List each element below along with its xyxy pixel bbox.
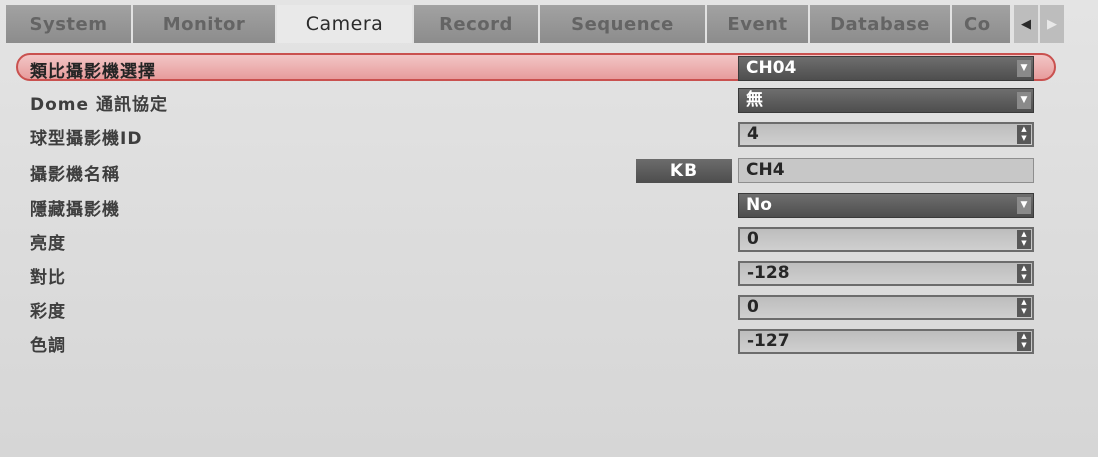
hidden-camera-dropdown[interactable]: No ▼ <box>738 193 1034 218</box>
setting-row-saturation[interactable]: 彩度 0 ▲ ▼ <box>20 294 1034 322</box>
brightness-value: 0 <box>747 229 759 249</box>
saturation-label: 彩度 <box>30 302 66 322</box>
brightness-spinbox[interactable]: 0 ▲ ▼ <box>738 227 1034 252</box>
saturation-spinbox[interactable]: 0 ▲ ▼ <box>738 295 1034 320</box>
hidden-camera-label: 隱藏攝影機 <box>30 200 120 220</box>
setting-row-dome-id[interactable]: 球型攝影機ID 4 ▲ ▼ <box>20 121 1034 149</box>
spin-arrows-icon[interactable]: ▲ ▼ <box>1017 230 1031 249</box>
tab-record[interactable]: Record <box>414 5 540 43</box>
setting-row-contrast[interactable]: 對比 -128 ▲ ▼ <box>20 260 1034 288</box>
dome-id-spinbox[interactable]: 4 ▲ ▼ <box>738 122 1034 147</box>
analog-camera-dropdown[interactable]: CH04 ▼ <box>738 56 1034 81</box>
tab-scroll-right-button[interactable]: ▶ <box>1038 5 1064 43</box>
spin-arrows-icon[interactable]: ▲ ▼ <box>1017 298 1031 317</box>
camera-settings-screen: System Monitor Camera Record Sequence Ev… <box>0 0 1098 457</box>
setting-row-dome-protocol[interactable]: Dome 通訊協定 無 ▼ <box>20 87 1034 115</box>
contrast-label: 對比 <box>30 268 66 288</box>
contrast-spinbox[interactable]: -128 ▲ ▼ <box>738 261 1034 286</box>
triangle-right-icon: ▶ <box>1047 16 1057 32</box>
dome-protocol-label: Dome 通訊協定 <box>30 95 168 115</box>
contrast-value: -128 <box>747 263 790 283</box>
dome-protocol-dropdown[interactable]: 無 ▼ <box>738 88 1034 113</box>
triangle-left-icon: ◀ <box>1021 16 1031 32</box>
hue-spinbox[interactable]: -127 ▲ ▼ <box>738 329 1034 354</box>
hue-label: 色調 <box>30 336 66 356</box>
dome-protocol-value: 無 <box>746 90 763 110</box>
hue-value: -127 <box>747 331 790 351</box>
camera-name-field[interactable]: CH4 <box>738 158 1034 183</box>
tab-bar: System Monitor Camera Record Sequence Ev… <box>6 5 1098 43</box>
dropdown-arrow-icon: ▼ <box>1017 197 1031 214</box>
dome-id-value: 4 <box>747 124 759 144</box>
setting-row-analog-camera[interactable]: 類比攝影機選擇 CH04 ▼ <box>16 53 1056 82</box>
setting-row-hidden-camera[interactable]: 隱藏攝影機 No ▼ <box>20 192 1034 220</box>
tab-camera[interactable]: Camera <box>277 5 414 43</box>
tab-database[interactable]: Database <box>810 5 952 43</box>
spin-arrows-icon[interactable]: ▲ ▼ <box>1017 264 1031 283</box>
dropdown-arrow-icon: ▼ <box>1017 60 1031 77</box>
camera-name-label: 攝影機名稱 <box>30 165 120 185</box>
setting-row-camera-name[interactable]: 攝影機名稱 KB CH4 <box>20 157 1034 185</box>
spin-arrows-icon[interactable]: ▲ ▼ <box>1017 125 1031 144</box>
hidden-camera-value: No <box>746 195 772 215</box>
saturation-value: 0 <box>747 297 759 317</box>
tab-system[interactable]: System <box>6 5 133 43</box>
tab-scroll-left-button[interactable]: ◀ <box>1012 5 1038 43</box>
keyboard-button[interactable]: KB <box>636 159 732 183</box>
spin-arrows-icon[interactable]: ▲ ▼ <box>1017 332 1031 351</box>
brightness-label: 亮度 <box>30 234 66 254</box>
tab-monitor[interactable]: Monitor <box>133 5 277 43</box>
setting-row-brightness[interactable]: 亮度 0 ▲ ▼ <box>20 226 1034 254</box>
tab-sequence[interactable]: Sequence <box>540 5 707 43</box>
setting-row-hue[interactable]: 色調 -127 ▲ ▼ <box>20 328 1034 356</box>
tab-event[interactable]: Event <box>707 5 810 43</box>
dome-id-label: 球型攝影機ID <box>30 129 143 149</box>
analog-camera-label: 類比攝影機選擇 <box>30 62 156 82</box>
dropdown-arrow-icon: ▼ <box>1017 92 1031 109</box>
analog-camera-value: CH04 <box>746 58 797 78</box>
tab-co[interactable]: Co <box>952 5 1012 43</box>
